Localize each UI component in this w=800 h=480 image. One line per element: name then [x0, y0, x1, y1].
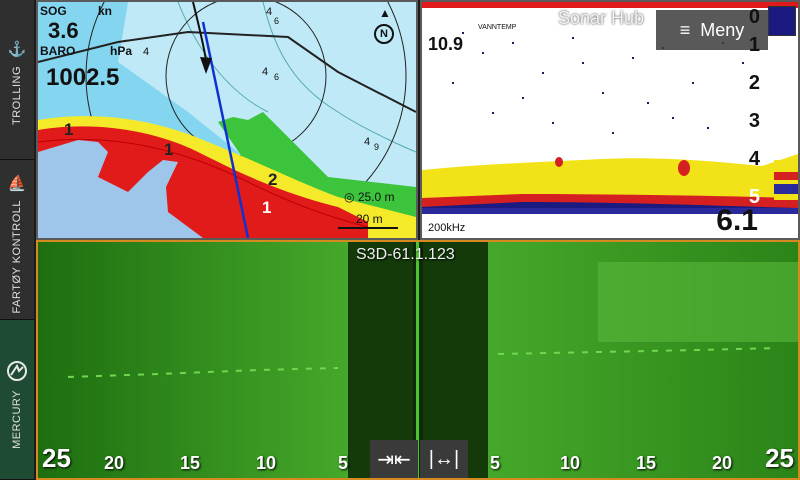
sonar-header: Sonar Hub ≡ Meny	[422, 2, 798, 50]
range-expand-button[interactable]: |↔|	[420, 440, 468, 478]
depth-scale-tick: 2	[748, 72, 760, 94]
sidebar: ⚓ TROLLING ⛵ FARTØY KONTROLL MERCURY	[0, 0, 34, 480]
range-label-left: 5	[338, 453, 349, 473]
sidebar-tab-label: MERCURY	[11, 390, 23, 449]
sidebar-tab-trolling[interactable]: ⚓ TROLLING	[0, 0, 34, 160]
depth-number: 2	[268, 170, 278, 189]
depth-number: 1	[262, 198, 272, 217]
depth-scale-tick: 4	[748, 148, 760, 170]
depth-number: 4	[266, 6, 273, 18]
baro-unit: hPa	[110, 44, 133, 58]
baro-label: BARO	[40, 44, 76, 58]
sonar-colour-palette[interactable]	[768, 6, 796, 36]
depth-number: 4	[364, 136, 371, 148]
chart-panel[interactable]: SOG kn 3.6 BARO hPa 1002.5 ▲ N 1 1 2 1 4…	[36, 0, 418, 240]
depth-readout: 6.1	[716, 204, 758, 237]
depth-number: 1	[64, 120, 74, 139]
split-center-icon: ⇥⇤	[377, 448, 411, 471]
north-arrow-icon: ▲	[379, 6, 391, 20]
depth-number: 9	[374, 142, 380, 152]
menu-label: Meny	[700, 19, 745, 40]
north-label: N	[374, 24, 394, 44]
sidebar-tab-mercury[interactable]: MERCURY	[0, 320, 34, 480]
sidescan-image	[38, 242, 798, 478]
range-label-right: 15	[636, 453, 657, 473]
depth-scale-tick: 3	[748, 110, 760, 132]
sidescan-panel[interactable]: S3D-61.1.123 25 20 15 10 5 ⇥⇤ |↔| 5 10 1…	[36, 240, 800, 480]
depth-number: 4	[143, 46, 150, 58]
depth-number: 4	[262, 66, 269, 78]
mercury-logo-icon	[7, 361, 27, 381]
split-view-button[interactable]: ⇥⇤	[370, 440, 418, 478]
north-indicator[interactable]: ▲ N	[374, 6, 394, 44]
watertemp-label: VANNTEMP	[478, 24, 517, 31]
depth-number: 6	[274, 72, 280, 82]
range-label-left: 25	[42, 443, 71, 473]
sidebar-tab-label: FARTØY KONTROLL	[11, 200, 23, 314]
range-label-right: 20	[712, 453, 733, 473]
range-label-left: 20	[104, 453, 125, 473]
depth-number: 6	[274, 16, 280, 26]
range-label-left: 10	[256, 453, 277, 473]
sonar-title: Sonar Hub	[558, 8, 645, 28]
sidescan-source-label: S3D-61.1.123	[356, 246, 455, 263]
range-ring-readout: ◎ 25.0 m	[344, 190, 395, 204]
depth-number: 1	[164, 140, 174, 159]
range-ring-icon: ◎	[344, 190, 355, 204]
range-ring-value: 25.0 m	[357, 190, 395, 204]
sidebar-tab-label: TROLLING	[11, 66, 23, 126]
sog-label: SOG	[40, 4, 67, 18]
range-label-right: 10	[560, 453, 581, 473]
hamburger-icon: ≡	[679, 19, 691, 40]
sog-unit: kn	[98, 4, 113, 18]
sidebar-tab-vessel-control[interactable]: ⛵ FARTØY KONTROLL	[0, 160, 34, 320]
range-label-left: 15	[180, 453, 201, 473]
trolling-icon: ⚓	[7, 41, 27, 58]
scale-bar-label: 20 m	[356, 212, 383, 226]
frequency-label: 200kHz	[428, 222, 466, 234]
boat-icon: ⛵	[7, 175, 27, 192]
baro-value: 1002.5	[46, 64, 120, 91]
range-label-right: 25	[765, 443, 794, 473]
expand-range-icon: |↔|	[428, 447, 460, 470]
depth-scale-tick: 0	[748, 6, 760, 28]
sog-value: 3.6	[48, 18, 79, 43]
sonar-panel[interactable]: Sonar Hub ≡ Meny VANNTEMP 10.9 0 1 2 3 4…	[420, 0, 800, 240]
depth-scale-tick: 1	[748, 34, 760, 56]
mfd-screen: ⚓ TROLLING ⛵ FARTØY KONTROLL MERCURY SOG…	[0, 0, 800, 480]
range-label-right: 5	[490, 453, 501, 473]
watertemp-value: 10.9	[428, 34, 464, 54]
